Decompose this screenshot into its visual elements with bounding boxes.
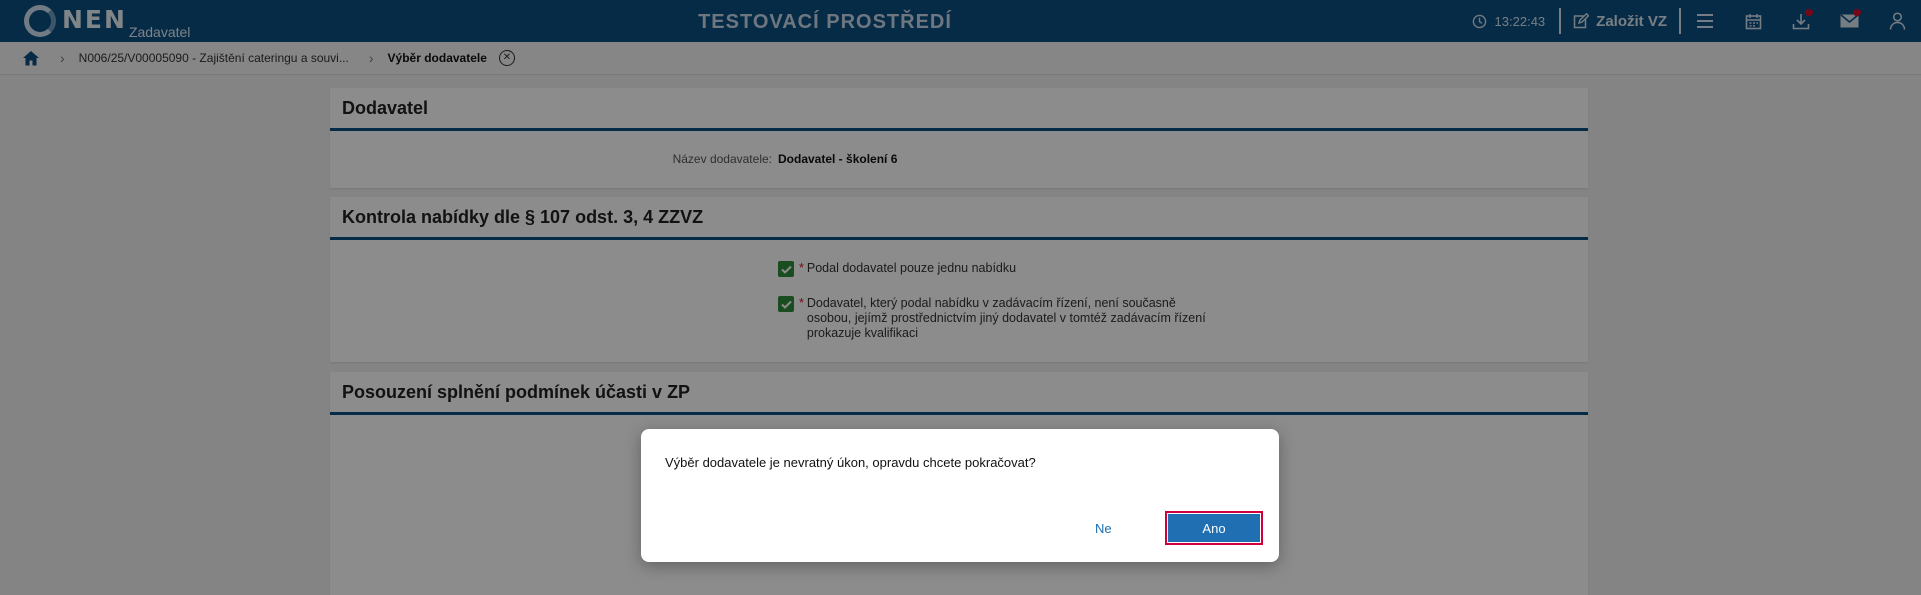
dialog-message: Výběr dodavatele je nevratný úkon, oprav…: [665, 455, 1036, 470]
no-button[interactable]: Ne: [1095, 521, 1112, 536]
yes-button[interactable]: Ano: [1165, 511, 1263, 545]
confirm-dialog: Výběr dodavatele je nevratný úkon, oprav…: [641, 429, 1279, 562]
